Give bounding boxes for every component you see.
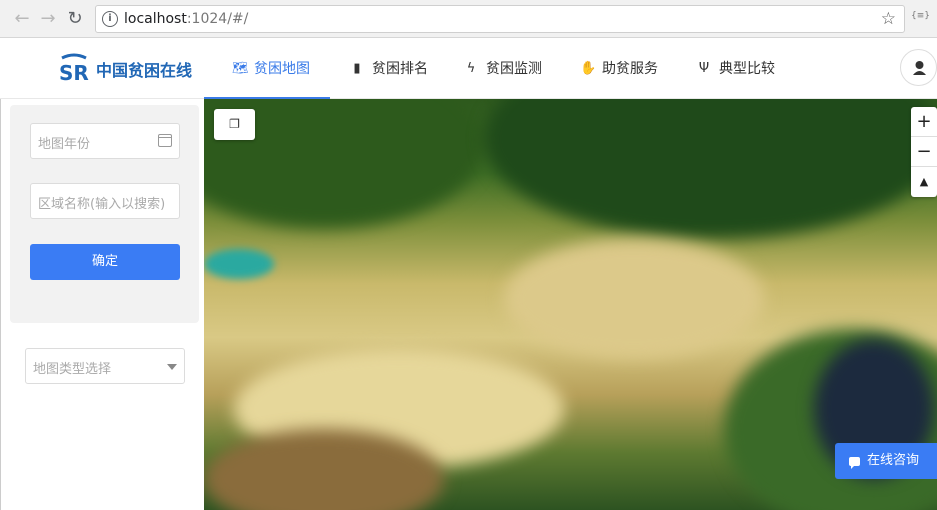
nav-typical-compare[interactable]: Ψ 典型比较 [697,58,775,78]
bookmark-star-icon[interactable]: ☆ [881,9,896,29]
nav-poverty-map[interactable]: 🗺 贫困地图 [232,58,310,78]
map-type-select[interactable]: 地图类型选择 [25,348,185,384]
url-text: localhost:1024/#/ [124,11,249,27]
user-icon [913,61,926,75]
fork-icon: Ψ [698,60,710,76]
nav-label: 贫困排名 [372,61,428,77]
nav-poverty-monitor[interactable]: ϟ 贫困监测 [464,58,542,78]
user-avatar-button[interactable] [900,49,937,86]
zoom-control: + − ▲ [911,107,937,197]
compass-button[interactable]: ▲ [911,167,937,197]
bolt-icon: ϟ [466,60,476,76]
extension-icon[interactable]: {≡} [911,11,930,21]
online-consult-label: 在线咨询 [867,453,920,468]
region-search-placeholder: 区域名称(输入以搜索) [38,197,166,212]
nav-label: 贫困监测 [486,61,542,77]
left-panel: 地图年份 区域名称(输入以搜索) 确定 地图类型选择 [0,99,204,510]
region-search-input[interactable]: 区域名称(输入以搜索) [30,183,180,219]
brand-logo-icon[interactable]: SR [58,52,90,84]
nav-label: 典型比较 [719,61,775,77]
nav-label: 助贫服务 [602,61,658,77]
bar-chart-icon: ▮ [353,60,361,76]
query-form: 地图年份 区域名称(输入以搜索) 确定 [10,105,199,323]
back-icon[interactable]: ← [12,9,32,29]
forward-icon[interactable]: → [38,9,58,29]
nav-poverty-ranking[interactable]: ▮ 贫困排名 [350,58,428,78]
zoom-out-button[interactable]: − [911,137,937,167]
hand-icon: ✋ [580,60,597,76]
chevron-down-icon [167,364,177,370]
online-consult-button[interactable]: 在线咨询 [835,443,937,479]
confirm-button[interactable]: 确定 [30,244,180,280]
brand-name[interactable]: 中国贫困在线 [96,57,192,81]
address-bar[interactable]: i localhost:1024/#/ ☆ [95,5,905,33]
satellite-map[interactable]: ❐ + − ▲ 在线咨询 [204,99,937,510]
layers-button[interactable]: ❐ [214,109,255,140]
map-year-input[interactable]: 地图年份 [30,123,180,159]
nav-aid-services[interactable]: ✋ 助贫服务 [580,58,658,78]
svg-text:SR: SR [59,61,89,84]
layers-icon: ❐ [229,117,240,131]
map-type-placeholder: 地图类型选择 [33,362,112,377]
nav-label: 贫困地图 [254,61,310,77]
map-icon: 🗺 [232,60,249,76]
app-header: SR 中国贫困在线 🗺 贫困地图 ▮ 贫困排名 ϟ 贫困监测 ✋ 助贫服务 Ψ … [0,38,937,100]
site-info-icon[interactable]: i [102,11,118,27]
terrain-patch [484,99,937,239]
map-year-placeholder: 地图年份 [38,137,91,152]
chat-icon [849,456,860,469]
lake-patch [204,249,274,279]
browser-toolbar: ← → ↻ i localhost:1024/#/ ☆ {≡} [0,0,937,38]
calendar-icon[interactable] [158,134,172,147]
zoom-in-button[interactable]: + [911,107,937,137]
reload-icon[interactable]: ↻ [65,9,85,29]
terrain-patch [504,239,764,359]
